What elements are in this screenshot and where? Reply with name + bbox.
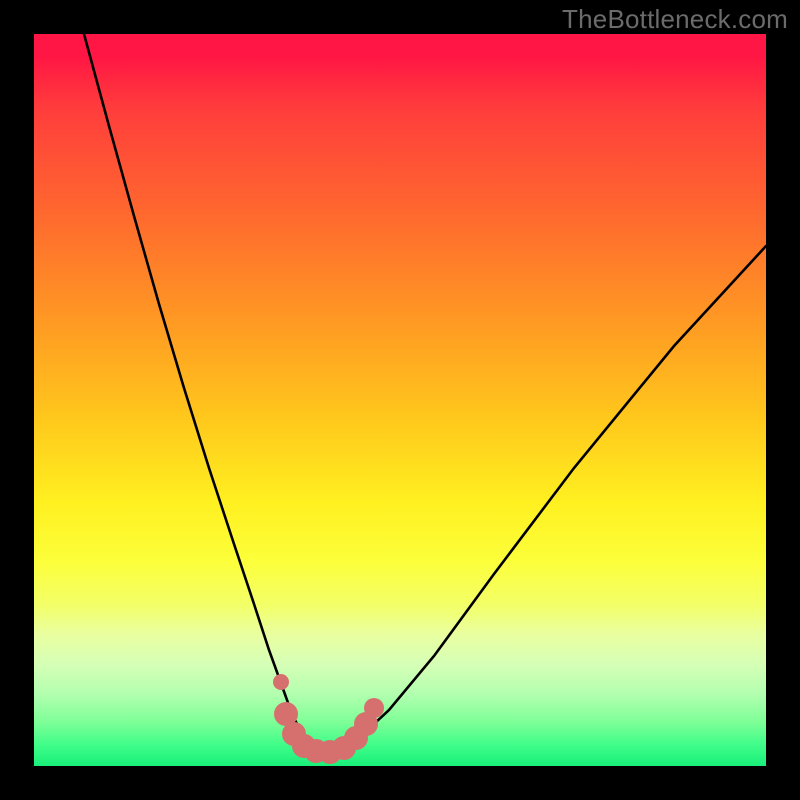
watermark-text: TheBottleneck.com [562,4,788,35]
bottleneck-curve [84,34,766,748]
curve-layer [34,34,766,766]
marker-dot [273,674,289,690]
highlighted-region [273,674,384,764]
chart-frame: TheBottleneck.com [0,0,800,800]
plot-area [34,34,766,766]
marker-dot [364,698,384,718]
